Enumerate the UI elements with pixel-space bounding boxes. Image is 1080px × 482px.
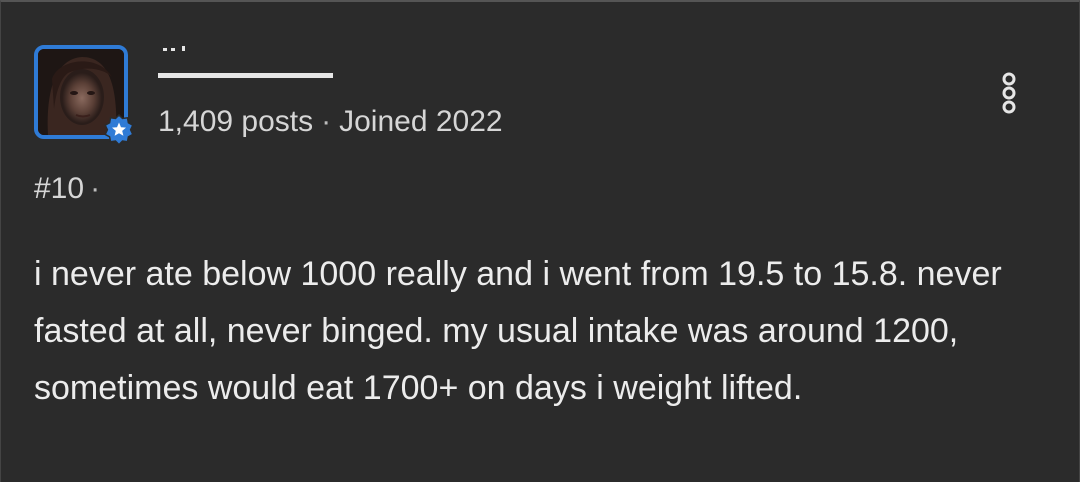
author-meta: 1,409 posts · Joined 2022 (158, 103, 503, 141)
avatar-container[interactable] (34, 45, 135, 146)
post-number[interactable]: #10 · (34, 170, 100, 208)
post-count: 1,409 posts (158, 105, 314, 138)
forum-post-card: 1,409 posts · Joined 2022 #10 · i never ate… (0, 0, 1080, 482)
vertical-ellipsis-icon[interactable] (996, 71, 1022, 115)
joined-date: Joined 2022 (339, 105, 503, 138)
post-body: i never ate below 1000 really and i went… (34, 255, 1002, 407)
username-redacted[interactable] (158, 44, 333, 78)
star-badge-icon (103, 113, 135, 146)
post-number-label: #10 (34, 172, 85, 205)
meta-separator: · (321, 105, 332, 138)
post-number-separator: · (90, 172, 101, 205)
